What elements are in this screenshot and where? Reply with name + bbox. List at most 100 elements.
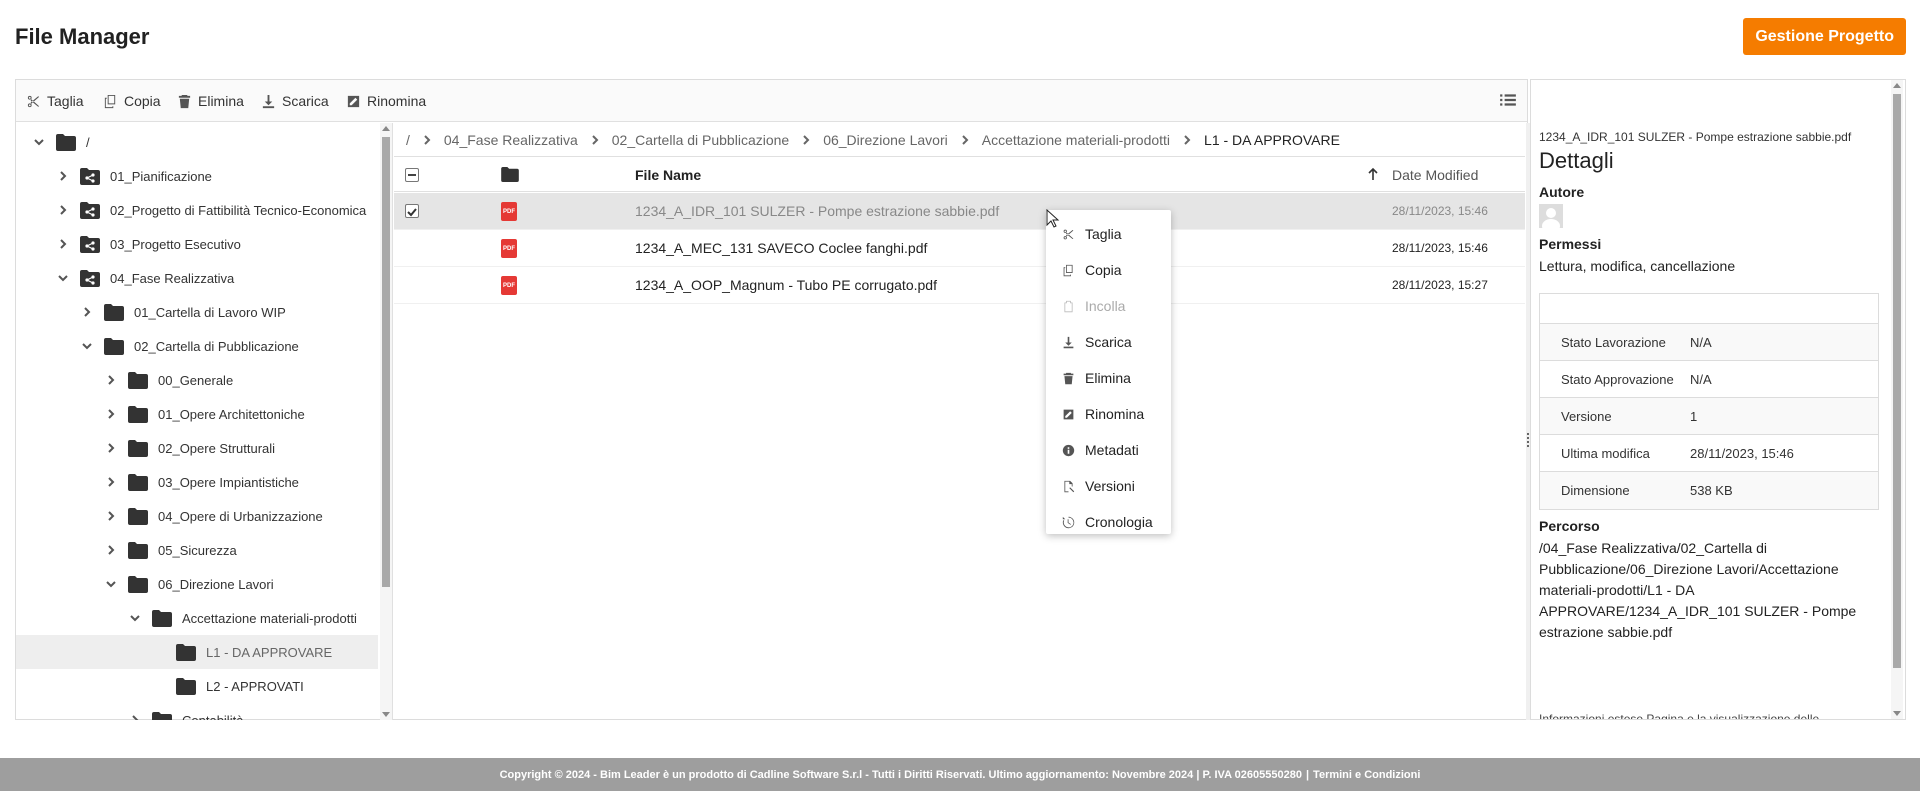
toolbar-delete-button[interactable]: Elimina bbox=[177, 80, 244, 122]
toolbar-download-button[interactable]: Scarica bbox=[261, 80, 329, 122]
select-all-checkbox[interactable] bbox=[405, 167, 419, 182]
file-row[interactable]: PDF 1234_A_IDR_101 SULZER - Pompe estrazi… bbox=[394, 193, 1525, 230]
breadcrumb-item[interactable]: 02_Cartella di Pubblicazione bbox=[612, 132, 789, 148]
file-name: 1234_A_IDR_101 SULZER - Pompe estrazione… bbox=[635, 203, 1000, 219]
chevron-right-icon bbox=[801, 134, 811, 145]
chevron-down-icon[interactable] bbox=[80, 339, 94, 353]
tree-item[interactable]: Accettazione materiali-prodotti bbox=[16, 601, 378, 635]
breadcrumb-current: L1 - DA APPROVARE bbox=[1204, 131, 1340, 148]
tree-item[interactable]: 00_Generale bbox=[16, 363, 378, 397]
tree-item-label: 01_Opere Architettoniche bbox=[158, 406, 305, 422]
column-header-name[interactable]: File Name bbox=[635, 166, 701, 184]
file-row[interactable]: PDF 1234_A_OOP_Magnum - Tubo PE corrugato… bbox=[394, 267, 1525, 304]
details-scroll-thumb[interactable] bbox=[1893, 94, 1901, 668]
tree-item-label: 02_Opere Strutturali bbox=[158, 440, 276, 456]
tree-item[interactable]: 06_Direzione Lavori bbox=[16, 567, 378, 601]
tree-item-label: 06_Direzione Lavori bbox=[158, 576, 274, 592]
chevron-right-icon[interactable] bbox=[56, 169, 70, 183]
tree-item[interactable]: / bbox=[16, 125, 378, 159]
view-toggle-button[interactable] bbox=[1499, 91, 1519, 111]
breadcrumb-item[interactable]: 04_Fase Realizzativa bbox=[444, 132, 578, 148]
chevron-right-icon[interactable] bbox=[80, 305, 94, 319]
tree-item[interactable]: 01_Cartella di Lavoro WIP bbox=[16, 295, 378, 329]
trash-icon bbox=[1063, 372, 1074, 384]
tree-item[interactable]: Contabilità bbox=[16, 703, 378, 720]
tree-scrollbar[interactable] bbox=[380, 123, 392, 720]
tree-item-label: 01_Pianificazione bbox=[110, 168, 212, 184]
tree-item[interactable]: 02_Cartella di Pubblicazione bbox=[16, 329, 378, 363]
context-menu-item[interactable]: Metadati bbox=[1046, 432, 1171, 468]
breadcrumb: / 04_Fase Realizzativa 02_Cartella di Pu… bbox=[394, 123, 1525, 157]
context-menu-item[interactable]: Copia bbox=[1046, 252, 1171, 288]
chevron-down-icon[interactable] bbox=[56, 271, 70, 285]
column-header-date[interactable]: Date Modified bbox=[1392, 167, 1478, 183]
context-menu-item[interactable]: Scarica bbox=[1046, 324, 1171, 360]
scroll-up-arrow[interactable] bbox=[1893, 83, 1901, 88]
tree-item[interactable]: L1 - DA APPROVARE bbox=[16, 635, 378, 669]
chevron-right-icon[interactable] bbox=[104, 509, 118, 523]
tree-item[interactable]: 04_Opere di Urbanizzazione bbox=[16, 499, 378, 533]
toolbar-download-label: Scarica bbox=[282, 93, 329, 109]
project-management-button[interactable]: Gestione Progetto bbox=[1743, 18, 1906, 55]
chevron-right-icon[interactable] bbox=[56, 203, 70, 217]
chevron-down-icon[interactable] bbox=[104, 577, 118, 591]
context-menu-item[interactable]: Rinomina bbox=[1046, 396, 1171, 432]
metadata-key: Versione bbox=[1561, 408, 1612, 424]
file-name: 1234_A_OOP_Magnum - Tubo PE corrugato.pd… bbox=[635, 277, 937, 293]
tree-item[interactable]: 02_Opere Strutturali bbox=[16, 431, 378, 465]
tree-item[interactable]: 01_Opere Architettoniche bbox=[16, 397, 378, 431]
chevron-right-icon[interactable] bbox=[104, 373, 118, 387]
breadcrumb-root[interactable]: / bbox=[406, 132, 410, 148]
metadata-value: 538 KB bbox=[1690, 483, 1733, 498]
chevron-right-icon[interactable] bbox=[56, 237, 70, 251]
footer-text: Copyright © 2024 - Bim Leader è un prodo… bbox=[499, 768, 1302, 781]
arrow-up-icon[interactable] bbox=[1367, 167, 1381, 181]
author-label: Autore bbox=[1539, 184, 1585, 200]
tree-item[interactable]: 03_Progetto Esecutivo bbox=[16, 227, 378, 261]
context-menu: Taglia Copia Incolla Scarica Elimina Rinomina… bbox=[1046, 210, 1171, 534]
tree-item-label: Contabilità bbox=[182, 712, 244, 721]
breadcrumb-item[interactable]: Accettazione materiali-prodotti bbox=[982, 132, 1170, 148]
tree-item-label: 02_Cartella di Pubblicazione bbox=[134, 338, 299, 354]
pdf-badge: PDF bbox=[501, 276, 517, 295]
tree-item[interactable]: L2 - APPROVATI bbox=[16, 669, 378, 703]
context-menu-item[interactable]: Taglia bbox=[1046, 216, 1171, 252]
context-menu-item[interactable]: Cronologia bbox=[1046, 504, 1171, 540]
chevron-right-icon[interactable] bbox=[104, 475, 118, 489]
details-cut-text: Informazioni estese Pagina e la visualiz… bbox=[1539, 712, 1820, 720]
toolbar-cut-button[interactable]: Taglia bbox=[26, 80, 84, 122]
chevron-right-icon[interactable] bbox=[104, 407, 118, 421]
tree-item[interactable]: 01_Pianificazione bbox=[16, 159, 378, 193]
splitter-handle-icon[interactable] bbox=[1527, 433, 1529, 447]
tree-item[interactable]: 05_Sicurezza bbox=[16, 533, 378, 567]
tree-item[interactable]: 03_Opere Impiantistiche bbox=[16, 465, 378, 499]
scroll-down-arrow[interactable] bbox=[382, 712, 390, 717]
toolbar-cut-label: Taglia bbox=[47, 93, 84, 109]
folder-icon bbox=[104, 337, 124, 355]
chevron-right-icon[interactable] bbox=[104, 543, 118, 557]
metadata-value: 28/11/2023, 15:46 bbox=[1690, 445, 1794, 461]
copy-icon bbox=[1063, 264, 1073, 276]
toolbar-rename-button[interactable]: Rinomina bbox=[346, 80, 426, 122]
row-checkbox[interactable] bbox=[405, 204, 419, 218]
tree-scroll-thumb[interactable] bbox=[382, 137, 390, 587]
scroll-up-arrow[interactable] bbox=[382, 126, 390, 131]
terms-link[interactable]: Termini e Condizioni bbox=[1313, 769, 1420, 781]
chevron-down-icon[interactable] bbox=[32, 135, 46, 149]
breadcrumb-item[interactable]: 06_Direzione Lavori bbox=[823, 132, 948, 148]
folder-icon bbox=[56, 133, 76, 151]
context-menu-item[interactable]: Elimina bbox=[1046, 360, 1171, 396]
tree-item[interactable]: 02_Progetto di Fattibilità Tecnico-Econo… bbox=[16, 193, 378, 227]
scroll-down-arrow[interactable] bbox=[1893, 711, 1901, 716]
chevron-right-icon[interactable] bbox=[104, 441, 118, 455]
scissors-icon bbox=[1063, 229, 1074, 239]
tree-item[interactable]: 04_Fase Realizzativa bbox=[16, 261, 378, 295]
file-row[interactable]: PDF 1234_A_MEC_131 SAVECO Coclee fanghi.p… bbox=[394, 230, 1525, 267]
toolbar-copy-button[interactable]: Copia bbox=[103, 80, 161, 122]
context-menu-label: Incolla bbox=[1085, 298, 1126, 314]
context-menu-item[interactable]: Versioni bbox=[1046, 468, 1171, 504]
chevron-down-icon[interactable] bbox=[128, 611, 142, 625]
details-scrollbar[interactable] bbox=[1891, 80, 1903, 719]
chevron-right-icon[interactable] bbox=[128, 713, 142, 720]
context-menu-label: Versioni bbox=[1085, 478, 1135, 494]
